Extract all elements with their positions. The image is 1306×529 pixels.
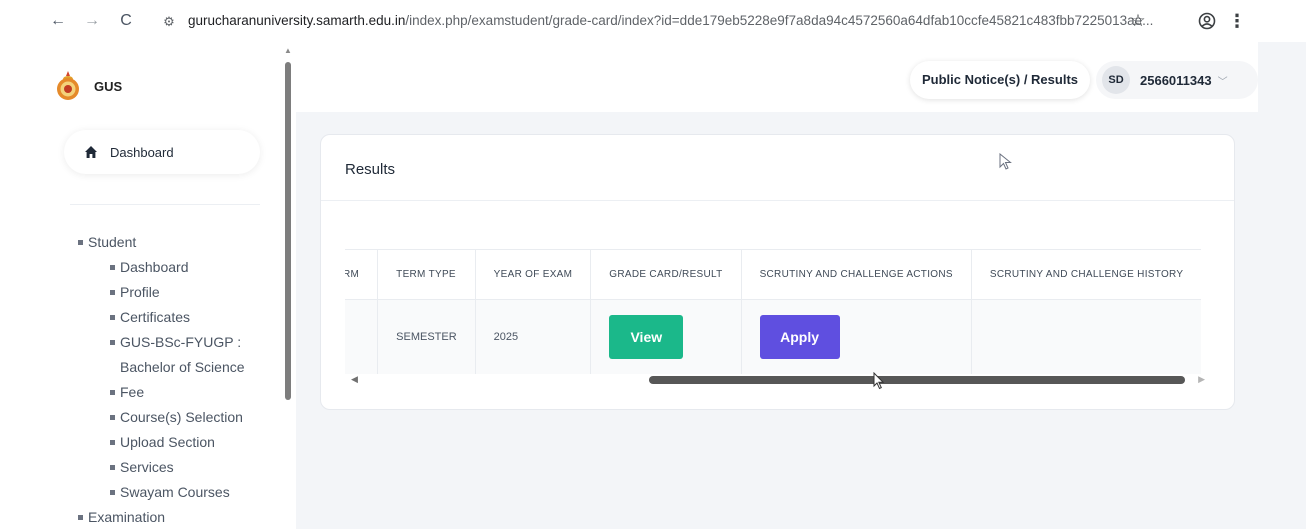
results-title: Results bbox=[345, 161, 396, 178]
cell-grade-card: View bbox=[590, 299, 742, 374]
table-header-row: RM TERM TYPE YEAR OF EXAM GRADE CARD/RES… bbox=[345, 249, 1202, 300]
sidebar-item-label: Profile bbox=[120, 284, 160, 300]
site-settings-icon[interactable]: ⚙ bbox=[158, 12, 180, 32]
url-domain: gurucharanuniversity.samarth.edu.in bbox=[188, 13, 406, 28]
sidebar-item-course-selection[interactable]: Course(s) Selection bbox=[40, 405, 280, 430]
column-header-grade-card: GRADE CARD/RESULT bbox=[590, 249, 742, 300]
browser-menu-icon[interactable]: ⋮ bbox=[1227, 9, 1247, 33]
bullet-icon bbox=[110, 340, 115, 345]
scroll-right-arrow-icon[interactable]: ▶ bbox=[1198, 374, 1205, 385]
column-header-scrutiny-actions: SCRUTINY AND CHALLENGE ACTIONS bbox=[741, 249, 972, 300]
sidebar-item-services[interactable]: Services bbox=[40, 455, 280, 480]
sidebar: GUS Dashboard Student Dashboard Profile … bbox=[40, 42, 280, 529]
column-header-term-type: TERM TYPE bbox=[377, 249, 476, 300]
view-button[interactable]: View bbox=[609, 314, 684, 359]
sidebar-item-dashboard[interactable]: Dashboard bbox=[40, 255, 280, 280]
chevron-down-icon: ﹀ bbox=[1217, 76, 1228, 88]
cell-year: 2025 bbox=[475, 299, 592, 374]
scroll-left-arrow-icon[interactable]: ◀ bbox=[351, 374, 358, 385]
bookmark-star-icon[interactable]: ☆ bbox=[1126, 9, 1150, 33]
apply-button[interactable]: Apply bbox=[759, 314, 840, 359]
sidebar-item-label: Course(s) Selection bbox=[120, 409, 243, 425]
bullet-icon bbox=[110, 440, 115, 445]
back-icon[interactable]: ← bbox=[46, 9, 70, 33]
cell-term-type: SEMESTER bbox=[377, 299, 476, 374]
column-header-term: RM bbox=[345, 249, 379, 300]
bullet-icon bbox=[78, 515, 83, 520]
reload-icon[interactable]: C bbox=[114, 9, 138, 33]
public-notice-button[interactable]: Public Notice(s) / Results bbox=[910, 61, 1090, 99]
sidebar-item-label: Fee bbox=[120, 384, 145, 400]
sidebar-menu: Student Dashboard Profile Certificates G… bbox=[40, 230, 280, 529]
sidebar-item-label: Certificates bbox=[120, 309, 191, 325]
sidebar-item-label: GUS-BSc-FYUGP : Bachelor of Science bbox=[120, 334, 245, 375]
sidebar-scroll-thumb[interactable] bbox=[285, 62, 291, 400]
sidebar-item-label: Services bbox=[120, 459, 174, 475]
cell-scrutiny-history bbox=[971, 299, 1202, 374]
browser-toolbar: ← → C ⚙ gurucharanuniversity.samarth.edu… bbox=[0, 0, 1306, 42]
table-scroll-thumb[interactable] bbox=[649, 376, 1185, 384]
sidebar-divider bbox=[70, 204, 260, 205]
mouse-pointer-icon bbox=[873, 372, 885, 390]
sidebar-item-swayam-courses[interactable]: Swayam Courses bbox=[40, 480, 280, 505]
results-table: RM TERM TYPE YEAR OF EXAM GRADE CARD/RES… bbox=[345, 249, 1202, 374]
sidebar-scrollbar[interactable]: ▲ bbox=[283, 42, 293, 529]
url-path: /index.php/examstudent/grade-card/index?… bbox=[405, 13, 1154, 28]
scroll-up-arrow-icon[interactable]: ▲ bbox=[284, 46, 292, 55]
sidebar-item-certificates[interactable]: Certificates bbox=[40, 305, 280, 330]
sidebar-item-label: Student bbox=[88, 234, 137, 250]
sidebar-item-upload-section[interactable]: Upload Section bbox=[40, 430, 280, 455]
sidebar-item-label: Examination bbox=[88, 509, 166, 525]
bullet-icon bbox=[110, 265, 115, 270]
brand-name: GUS bbox=[94, 78, 123, 94]
bullet-icon bbox=[110, 490, 115, 495]
sidebar-item-label: Dashboard bbox=[120, 259, 189, 275]
column-header-year-of-exam: YEAR OF EXAM bbox=[475, 249, 592, 300]
sidebar-item-programme[interactable]: GUS-BSc-FYUGP : Bachelor of Science bbox=[40, 330, 280, 380]
cursor-icon bbox=[999, 153, 1012, 170]
user-menu[interactable]: SD 2566011343 ﹀ bbox=[1096, 61, 1258, 99]
results-card-header: Results bbox=[321, 135, 1234, 201]
sidebar-dashboard-label: Dashboard bbox=[110, 144, 174, 160]
university-logo-icon bbox=[57, 71, 79, 100]
main-area: Public Notice(s) / Results SD 2566011343… bbox=[296, 42, 1306, 529]
url-text[interactable]: gurucharanuniversity.samarth.edu.in/inde… bbox=[188, 13, 1153, 28]
results-table-wrapper[interactable]: RM TERM TYPE YEAR OF EXAM GRADE CARD/RES… bbox=[345, 249, 1211, 379]
sidebar-item-label: Upload Section bbox=[120, 434, 215, 450]
bullet-icon bbox=[110, 315, 115, 320]
sidebar-item-examination[interactable]: Examination bbox=[40, 505, 280, 529]
sidebar-item-fee[interactable]: Fee bbox=[40, 380, 280, 405]
table-row: SEMESTER 2025 View Apply bbox=[345, 299, 1202, 374]
bullet-icon bbox=[110, 465, 115, 470]
forward-icon[interactable]: → bbox=[80, 9, 104, 33]
sidebar-item-student[interactable]: Student bbox=[40, 230, 280, 255]
sidebar-item-label: Swayam Courses bbox=[120, 484, 230, 500]
browser-profile-icon[interactable] bbox=[1195, 9, 1219, 33]
home-icon bbox=[85, 146, 97, 158]
top-header: Public Notice(s) / Results SD 2566011343… bbox=[296, 42, 1258, 112]
table-horizontal-scrollbar[interactable]: ◀ ▶ bbox=[345, 373, 1211, 387]
bullet-icon bbox=[110, 290, 115, 295]
sidebar-dashboard-button[interactable]: Dashboard bbox=[64, 130, 260, 174]
avatar: SD bbox=[1102, 66, 1130, 94]
sidebar-item-profile[interactable]: Profile bbox=[40, 280, 280, 305]
bullet-icon bbox=[110, 390, 115, 395]
cell-term bbox=[345, 299, 379, 374]
brand[interactable]: GUS bbox=[54, 70, 122, 102]
content-panel: Results RM TERM TYPE YEAR OF EXAM GRADE … bbox=[296, 112, 1258, 529]
column-header-scrutiny-history: SCRUTINY AND CHALLENGE HISTORY bbox=[971, 249, 1202, 300]
bullet-icon bbox=[110, 415, 115, 420]
results-card: Results RM TERM TYPE YEAR OF EXAM GRADE … bbox=[320, 134, 1235, 410]
cell-scrutiny-actions: Apply bbox=[741, 299, 972, 374]
bullet-icon bbox=[78, 240, 83, 245]
address-bar[interactable]: ⚙ gurucharanuniversity.samarth.edu.in/in… bbox=[158, 10, 1258, 34]
user-id: 2566011343 bbox=[1140, 72, 1212, 88]
